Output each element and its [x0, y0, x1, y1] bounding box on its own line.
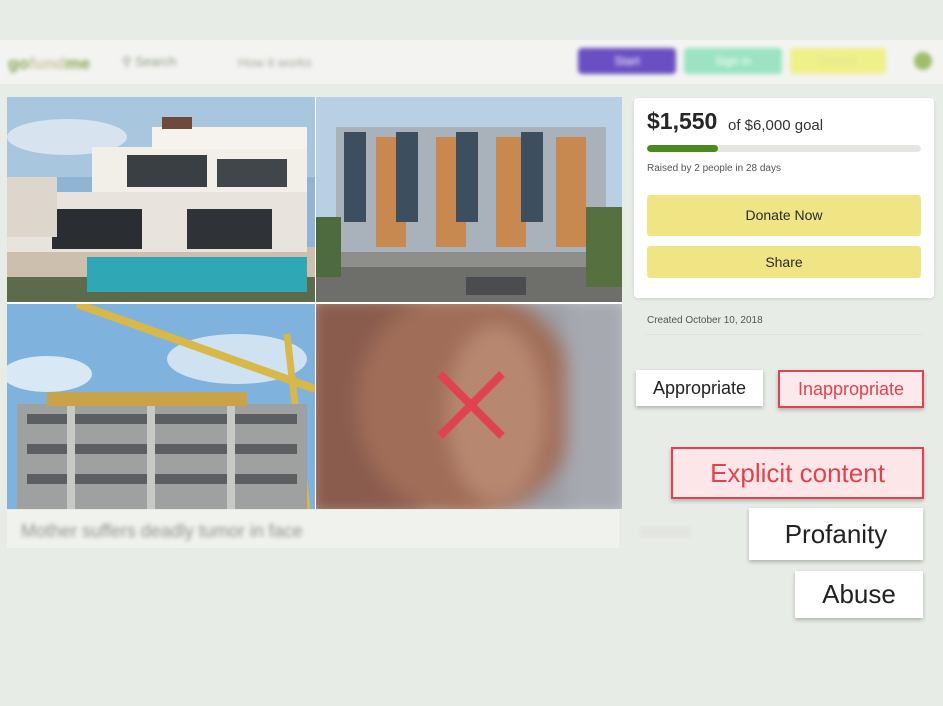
share-button[interactable]: Share — [647, 246, 921, 278]
raised-by-text: Raised by 2 people in 28 days — [647, 163, 781, 174]
appropriate-label[interactable]: Appropriate — [636, 370, 763, 406]
townhouses-photo[interactable] — [316, 97, 622, 302]
donate-now-button[interactable]: Donate Now — [647, 195, 921, 236]
blurred-skin-photo[interactable] — [316, 304, 622, 509]
explicit-content-label[interactable]: Explicit content — [671, 447, 924, 499]
user-avatar-icon[interactable] — [914, 52, 932, 70]
nav-how-it-works-link[interactable]: How it works — [238, 55, 312, 70]
goal-text: of $6,000 goal — [728, 117, 824, 134]
divider — [645, 334, 923, 335]
nav-donate-button[interactable]: Donate — [790, 48, 886, 74]
inappropriate-label[interactable]: Inappropriate — [778, 370, 924, 408]
campaign-image-grid — [7, 97, 622, 509]
campaign-headline-bar: Mother suffers deadly tumor in face — [7, 510, 619, 548]
modern-villa-photo[interactable] — [7, 97, 315, 302]
nav-search-link[interactable]: ⚲ Search — [122, 54, 176, 70]
donation-card: $1,550 of $6,000 goal Raised by 2 people… — [634, 98, 934, 298]
top-nav-bar: gofundme ⚲ Search How it works Start Sig… — [0, 40, 943, 84]
profanity-label[interactable]: Profanity — [749, 508, 923, 560]
raised-amount: $1,550 — [647, 108, 718, 134]
progress-fill — [647, 145, 719, 152]
created-date: Created October 10, 2018 — [647, 315, 763, 326]
faded-placeholder — [640, 527, 690, 537]
construction-site-photo[interactable] — [7, 304, 315, 509]
site-logo[interactable]: gofundme — [8, 54, 90, 74]
nav-start-button[interactable]: Start — [578, 48, 676, 74]
nav-sign-in-button[interactable]: Sign in — [684, 48, 782, 74]
abuse-label[interactable]: Abuse — [795, 571, 923, 618]
progress-bar — [647, 145, 921, 152]
campaign-headline: Mother suffers deadly tumor in face — [21, 521, 303, 541]
red-x-icon — [437, 371, 505, 439]
